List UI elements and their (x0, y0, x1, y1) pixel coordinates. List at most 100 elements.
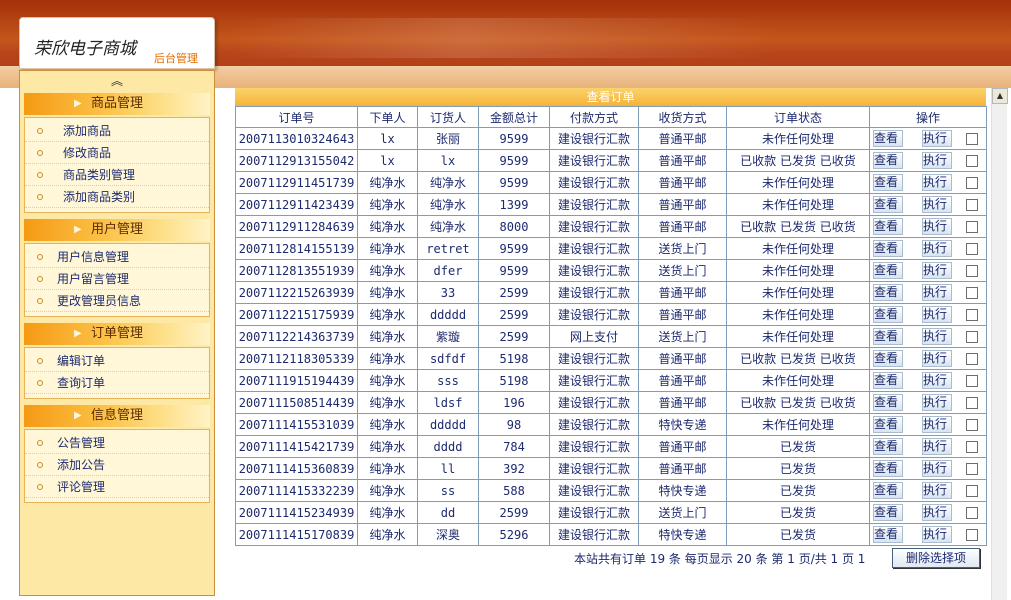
execute-order-button[interactable]: 执行 (922, 394, 952, 411)
sidebar-menu-label: 添加商品 (63, 124, 112, 138)
placed-by-cell: 纯净水 (357, 479, 418, 502)
order-id-cell: 2007112214363739 (235, 325, 358, 348)
select-row-checkbox[interactable] (966, 462, 978, 475)
sidebar-menu-item[interactable]: 商品类别管理 (25, 164, 209, 186)
sidebar-menu-item[interactable]: 添加商品 (25, 120, 209, 142)
sidebar-menu-item[interactable]: 用户留言管理 (25, 268, 209, 290)
select-row-checkbox[interactable] (966, 154, 978, 167)
execute-order-button[interactable]: 执行 (922, 328, 952, 345)
execute-order-button[interactable]: 执行 (922, 240, 952, 257)
sidebar-menu-item[interactable]: 更改管理员信息 (25, 290, 209, 312)
select-row-checkbox[interactable] (966, 220, 978, 233)
total-amount-cell: 5198 (478, 369, 550, 392)
recipient-cell: dd (417, 501, 479, 524)
select-row-checkbox[interactable] (966, 242, 978, 255)
select-row-checkbox[interactable] (966, 374, 978, 387)
view-order-button[interactable]: 查看 (873, 262, 903, 279)
order-status-cell: 已收款 已发货 已收货 (726, 391, 870, 414)
execute-order-button[interactable]: 执行 (922, 438, 952, 455)
execute-order-button[interactable]: 执行 (922, 174, 952, 191)
placed-by-cell: 纯净水 (357, 413, 418, 436)
circle-bullet-icon (37, 380, 43, 386)
scroll-up-icon[interactable]: ▲ (992, 88, 1008, 104)
view-order-button[interactable]: 查看 (873, 196, 903, 213)
select-row-checkbox[interactable] (966, 176, 978, 189)
execute-order-button[interactable]: 执行 (922, 416, 952, 433)
execute-order-button[interactable]: 执行 (922, 218, 952, 235)
order-id-cell: 2007112215175939 (235, 303, 358, 326)
select-row-checkbox[interactable] (966, 506, 978, 519)
view-order-button[interactable]: 查看 (873, 372, 903, 389)
scrollbar[interactable]: ▲ (991, 88, 1008, 600)
view-order-button[interactable]: 查看 (873, 152, 903, 169)
view-order-button[interactable]: 查看 (873, 306, 903, 323)
menu-group-header[interactable]: ▶ 订单管理 (24, 323, 210, 345)
select-row-checkbox[interactable] (966, 308, 978, 321)
payment-method-cell: 建设银行汇款 (549, 281, 639, 304)
total-amount-cell: 9599 (478, 237, 550, 260)
menu-group-header[interactable]: ▶ 商品管理 (24, 93, 210, 115)
column-header: 订单状态 (726, 106, 870, 128)
view-order-button[interactable]: 查看 (873, 460, 903, 477)
sidebar-menu-label: 添加公告 (57, 458, 106, 472)
sidebar-menu-label: 商品类别管理 (63, 168, 136, 182)
menu-group-items: 编辑订单 查询订单 (24, 347, 210, 399)
view-order-button[interactable]: 查看 (873, 482, 903, 499)
execute-order-button[interactable]: 执行 (922, 372, 952, 389)
menu-group-header[interactable]: ▶ 用户管理 (24, 219, 210, 241)
view-order-button[interactable]: 查看 (873, 174, 903, 191)
view-order-button[interactable]: 查看 (873, 350, 903, 367)
execute-order-button[interactable]: 执行 (922, 262, 952, 279)
view-order-button[interactable]: 查看 (873, 526, 903, 543)
execute-order-button[interactable]: 执行 (922, 306, 952, 323)
recipient-cell: dfer (417, 259, 479, 282)
select-row-checkbox[interactable] (966, 418, 978, 431)
sidebar-menu-item[interactable]: 添加公告 (25, 454, 209, 476)
execute-order-button[interactable]: 执行 (922, 504, 952, 521)
view-order-button[interactable]: 查看 (873, 438, 903, 455)
execute-order-button[interactable]: 执行 (922, 130, 952, 147)
select-row-checkbox[interactable] (966, 198, 978, 211)
sidebar-menu-item[interactable]: 修改商品 (25, 142, 209, 164)
view-order-button[interactable]: 查看 (873, 284, 903, 301)
execute-order-button[interactable]: 执行 (922, 526, 952, 543)
view-order-button[interactable]: 查看 (873, 240, 903, 257)
sidebar-menu-item[interactable]: 添加商品类别 (25, 186, 209, 208)
payment-method-cell: 建设银行汇款 (549, 215, 639, 238)
execute-order-button[interactable]: 执行 (922, 460, 952, 477)
collapse-icon[interactable]: ︽ (20, 71, 214, 91)
order-status-cell: 未作任何处理 (726, 303, 870, 326)
order-id-cell: 2007112813551939 (235, 259, 358, 282)
select-row-checkbox[interactable] (966, 132, 978, 145)
select-row-checkbox[interactable] (966, 352, 978, 365)
execute-order-button[interactable]: 执行 (922, 152, 952, 169)
sidebar-menu-item[interactable]: 用户信息管理 (25, 246, 209, 268)
view-order-button[interactable]: 查看 (873, 328, 903, 345)
view-order-button[interactable]: 查看 (873, 394, 903, 411)
execute-order-button[interactable]: 执行 (922, 284, 952, 301)
sidebar-menu-item[interactable]: 查询订单 (25, 372, 209, 394)
menu-group-header[interactable]: ▶ 信息管理 (24, 405, 210, 427)
sidebar-menu-item[interactable]: 编辑订单 (25, 350, 209, 372)
select-row-checkbox[interactable] (966, 528, 978, 541)
select-row-checkbox[interactable] (966, 286, 978, 299)
select-row-checkbox[interactable] (966, 330, 978, 343)
delete-selected-button[interactable]: 删除选择项 (892, 548, 980, 568)
execute-order-button[interactable]: 执行 (922, 482, 952, 499)
view-order-button[interactable]: 查看 (873, 218, 903, 235)
execute-order-button[interactable]: 执行 (922, 350, 952, 367)
sidebar-menu-item[interactable]: 评论管理 (25, 476, 209, 498)
table-row: 2007111915194439 纯净水 sss 5198 建设银行汇款 普通平邮 未作任何… (235, 369, 987, 392)
view-order-button[interactable]: 查看 (873, 130, 903, 147)
select-row-checkbox[interactable] (966, 440, 978, 453)
select-row-checkbox[interactable] (966, 396, 978, 409)
total-amount-cell: 9599 (478, 171, 550, 194)
sidebar-menu-item[interactable]: 公告管理 (25, 432, 209, 454)
select-row-checkbox[interactable] (966, 264, 978, 277)
view-order-button[interactable]: 查看 (873, 416, 903, 433)
table-row: 2007113010324643 lx 张丽 9599 建设银行汇款 普通平邮 未作任何处理… (235, 127, 987, 150)
view-order-button[interactable]: 查看 (873, 504, 903, 521)
total-amount-cell: 9599 (478, 127, 550, 150)
select-row-checkbox[interactable] (966, 484, 978, 497)
execute-order-button[interactable]: 执行 (922, 196, 952, 213)
